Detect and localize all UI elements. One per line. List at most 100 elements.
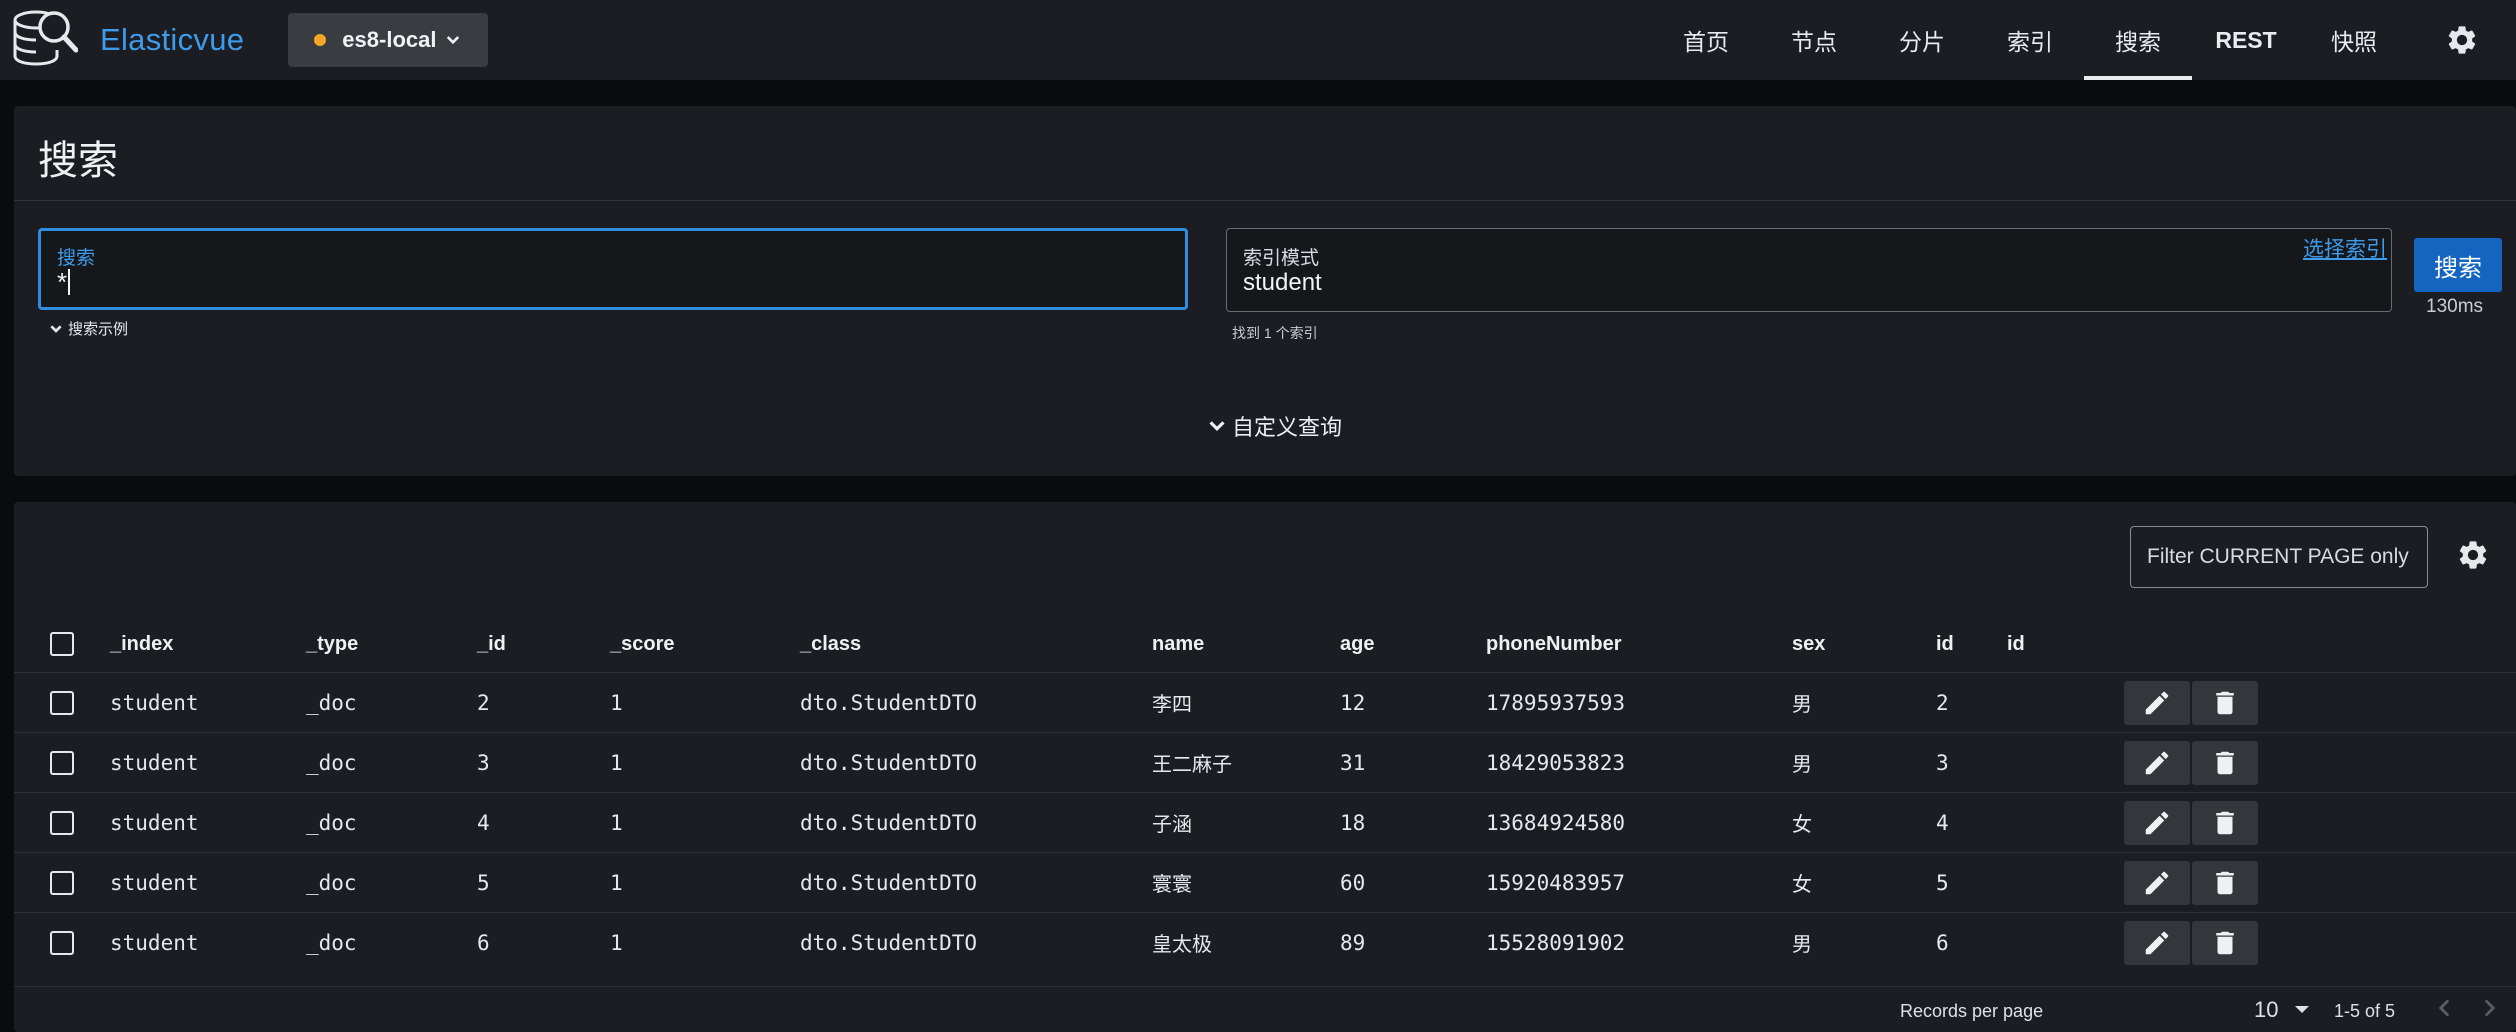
cell-type: _doc bbox=[306, 750, 357, 775]
cell-age: 18 bbox=[1340, 810, 1366, 835]
row-checkbox[interactable] bbox=[50, 810, 74, 835]
cell-class: dto.StudentDTO bbox=[800, 690, 978, 715]
cell-index: student bbox=[110, 870, 199, 895]
nav-shards[interactable]: 分片 bbox=[1868, 0, 1976, 80]
cell-class: dto.StudentDTO bbox=[800, 810, 978, 835]
column-header[interactable]: name bbox=[1152, 616, 1204, 672]
page-title: 搜索 bbox=[38, 139, 118, 183]
cell-name: 李四 bbox=[1152, 692, 1192, 716]
column-header[interactable]: age bbox=[1340, 616, 1374, 672]
top-bar: Elasticvue es8-local 首页 节点 分片 索引 搜索 REST… bbox=[0, 0, 2516, 80]
index-pattern-input[interactable]: 索引模式 student 选择索引 bbox=[1226, 228, 2392, 312]
cell-class: dto.StudentDTO bbox=[800, 930, 978, 955]
column-header[interactable]: phoneNumber bbox=[1486, 616, 1622, 672]
custom-query-label: 自定义查询 bbox=[1232, 415, 1343, 440]
filter-placeholder: Filter CURRENT PAGE only bbox=[2147, 545, 2409, 568]
cell-phone: 15920483957 bbox=[1486, 870, 1626, 895]
column-header[interactable]: _index bbox=[110, 616, 173, 672]
search-examples-toggle[interactable]: 搜索示例 bbox=[48, 318, 128, 339]
cluster-selector-button[interactable]: es8-local bbox=[288, 13, 489, 67]
edit-button[interactable] bbox=[2124, 801, 2190, 845]
select-all-cell bbox=[50, 616, 74, 672]
search-query-input[interactable]: 搜索 * bbox=[38, 228, 1188, 310]
nav-snapshots[interactable]: 快照 bbox=[2300, 0, 2408, 80]
row-checkbox[interactable] bbox=[50, 690, 74, 715]
select-all-checkbox[interactable] bbox=[50, 632, 74, 656]
index-found-hint: 找到 1 个索引 bbox=[1232, 325, 1318, 341]
cell-type: _doc bbox=[306, 870, 357, 895]
table-row: student _doc 2 1 dto.StudentDTO 李四 12 17… bbox=[14, 672, 2516, 732]
cluster-name: es8-local bbox=[342, 27, 437, 52]
chevron-left-icon bbox=[2438, 999, 2450, 1017]
delete-button[interactable] bbox=[2192, 861, 2258, 905]
column-header[interactable]: _score bbox=[610, 616, 675, 672]
cell-name: 皇太极 bbox=[1152, 932, 1212, 956]
column-header[interactable]: sex bbox=[1792, 616, 1825, 672]
row-checkbox[interactable] bbox=[50, 870, 74, 895]
pencil-icon bbox=[2145, 931, 2169, 955]
cell-sex: 女 bbox=[1792, 812, 1812, 836]
app-logo-link[interactable]: Elasticvue bbox=[0, 0, 244, 80]
cell-sex: 女 bbox=[1792, 872, 1812, 896]
caret-down-icon bbox=[2295, 1006, 2310, 1013]
next-page-button[interactable] bbox=[2476, 995, 2502, 1026]
trash-icon bbox=[2216, 811, 2234, 835]
edit-button[interactable] bbox=[2124, 861, 2190, 905]
cell-name: 子涵 bbox=[1152, 812, 1192, 836]
edit-button[interactable] bbox=[2124, 681, 2190, 725]
pencil-icon bbox=[2145, 751, 2169, 775]
rows-per-page-value: 10 bbox=[2254, 997, 2279, 1022]
gear-icon bbox=[2448, 26, 2476, 54]
settings-button[interactable] bbox=[2408, 0, 2516, 80]
delete-button[interactable] bbox=[2192, 681, 2258, 725]
cell-sex: 男 bbox=[1792, 752, 1812, 776]
search-button[interactable]: 搜索 bbox=[2414, 238, 2502, 292]
delete-button[interactable] bbox=[2192, 801, 2258, 845]
nav-search[interactable]: 搜索 bbox=[2084, 0, 2192, 80]
column-header[interactable]: id bbox=[2007, 616, 2025, 672]
delete-button[interactable] bbox=[2192, 741, 2258, 785]
table-footer: Records per page 10 1-5 of 5 bbox=[14, 986, 2516, 1032]
trash-icon bbox=[2216, 751, 2234, 775]
cell-sex: 男 bbox=[1792, 932, 1812, 956]
cell-index: student bbox=[110, 930, 199, 955]
prev-page-button[interactable] bbox=[2432, 995, 2458, 1026]
main-nav: 首页 节点 分片 索引 搜索 REST 快照 bbox=[1652, 0, 2516, 80]
column-header[interactable]: id bbox=[1936, 616, 1954, 672]
nav-indices[interactable]: 索引 bbox=[1976, 0, 2084, 80]
cluster-status-dot bbox=[314, 34, 327, 46]
search-query-value: * bbox=[57, 267, 71, 298]
cell-field-id: 3 bbox=[1936, 750, 1949, 775]
rows-per-page-select[interactable]: 10 bbox=[2254, 997, 2310, 1023]
column-header[interactable]: _id bbox=[477, 616, 506, 672]
table-row: student _doc 3 1 dto.StudentDTO 王二麻子 31 … bbox=[14, 732, 2516, 792]
filter-input[interactable]: Filter CURRENT PAGE only bbox=[2130, 526, 2428, 588]
nav-nodes[interactable]: 节点 bbox=[1760, 0, 1868, 80]
nav-rest[interactable]: REST bbox=[2192, 0, 2300, 80]
cell-age: 89 bbox=[1340, 930, 1366, 955]
table-row: student _doc 5 1 dto.StudentDTO 寰寰 60 15… bbox=[14, 852, 2516, 912]
choose-index-link[interactable]: 选择索引 bbox=[2303, 233, 2387, 263]
table-row: student _doc 4 1 dto.StudentDTO 子涵 18 13… bbox=[14, 792, 2516, 852]
trash-icon bbox=[2216, 871, 2234, 895]
row-checkbox[interactable] bbox=[50, 750, 74, 775]
cell-field-id: 4 bbox=[1936, 810, 1949, 835]
cell-score: 1 bbox=[610, 810, 623, 835]
row-select-cell bbox=[50, 673, 74, 732]
nav-home[interactable]: 首页 bbox=[1652, 0, 1760, 80]
cell-phone: 18429053823 bbox=[1486, 750, 1626, 775]
row-actions bbox=[2124, 921, 2258, 965]
cell-id: 5 bbox=[477, 870, 490, 895]
row-checkbox[interactable] bbox=[50, 930, 74, 955]
column-header[interactable]: _type bbox=[306, 616, 358, 672]
cell-index: student bbox=[110, 750, 199, 775]
column-header[interactable]: _class bbox=[800, 616, 861, 672]
delete-button[interactable] bbox=[2192, 921, 2258, 965]
cell-age: 60 bbox=[1340, 870, 1366, 895]
row-actions bbox=[2124, 861, 2258, 905]
custom-query-toggle[interactable]: 自定义查询 bbox=[1206, 410, 1342, 442]
edit-button[interactable] bbox=[2124, 921, 2190, 965]
table-settings-button[interactable] bbox=[2456, 538, 2490, 577]
edit-button[interactable] bbox=[2124, 741, 2190, 785]
cell-class: dto.StudentDTO bbox=[800, 870, 978, 895]
